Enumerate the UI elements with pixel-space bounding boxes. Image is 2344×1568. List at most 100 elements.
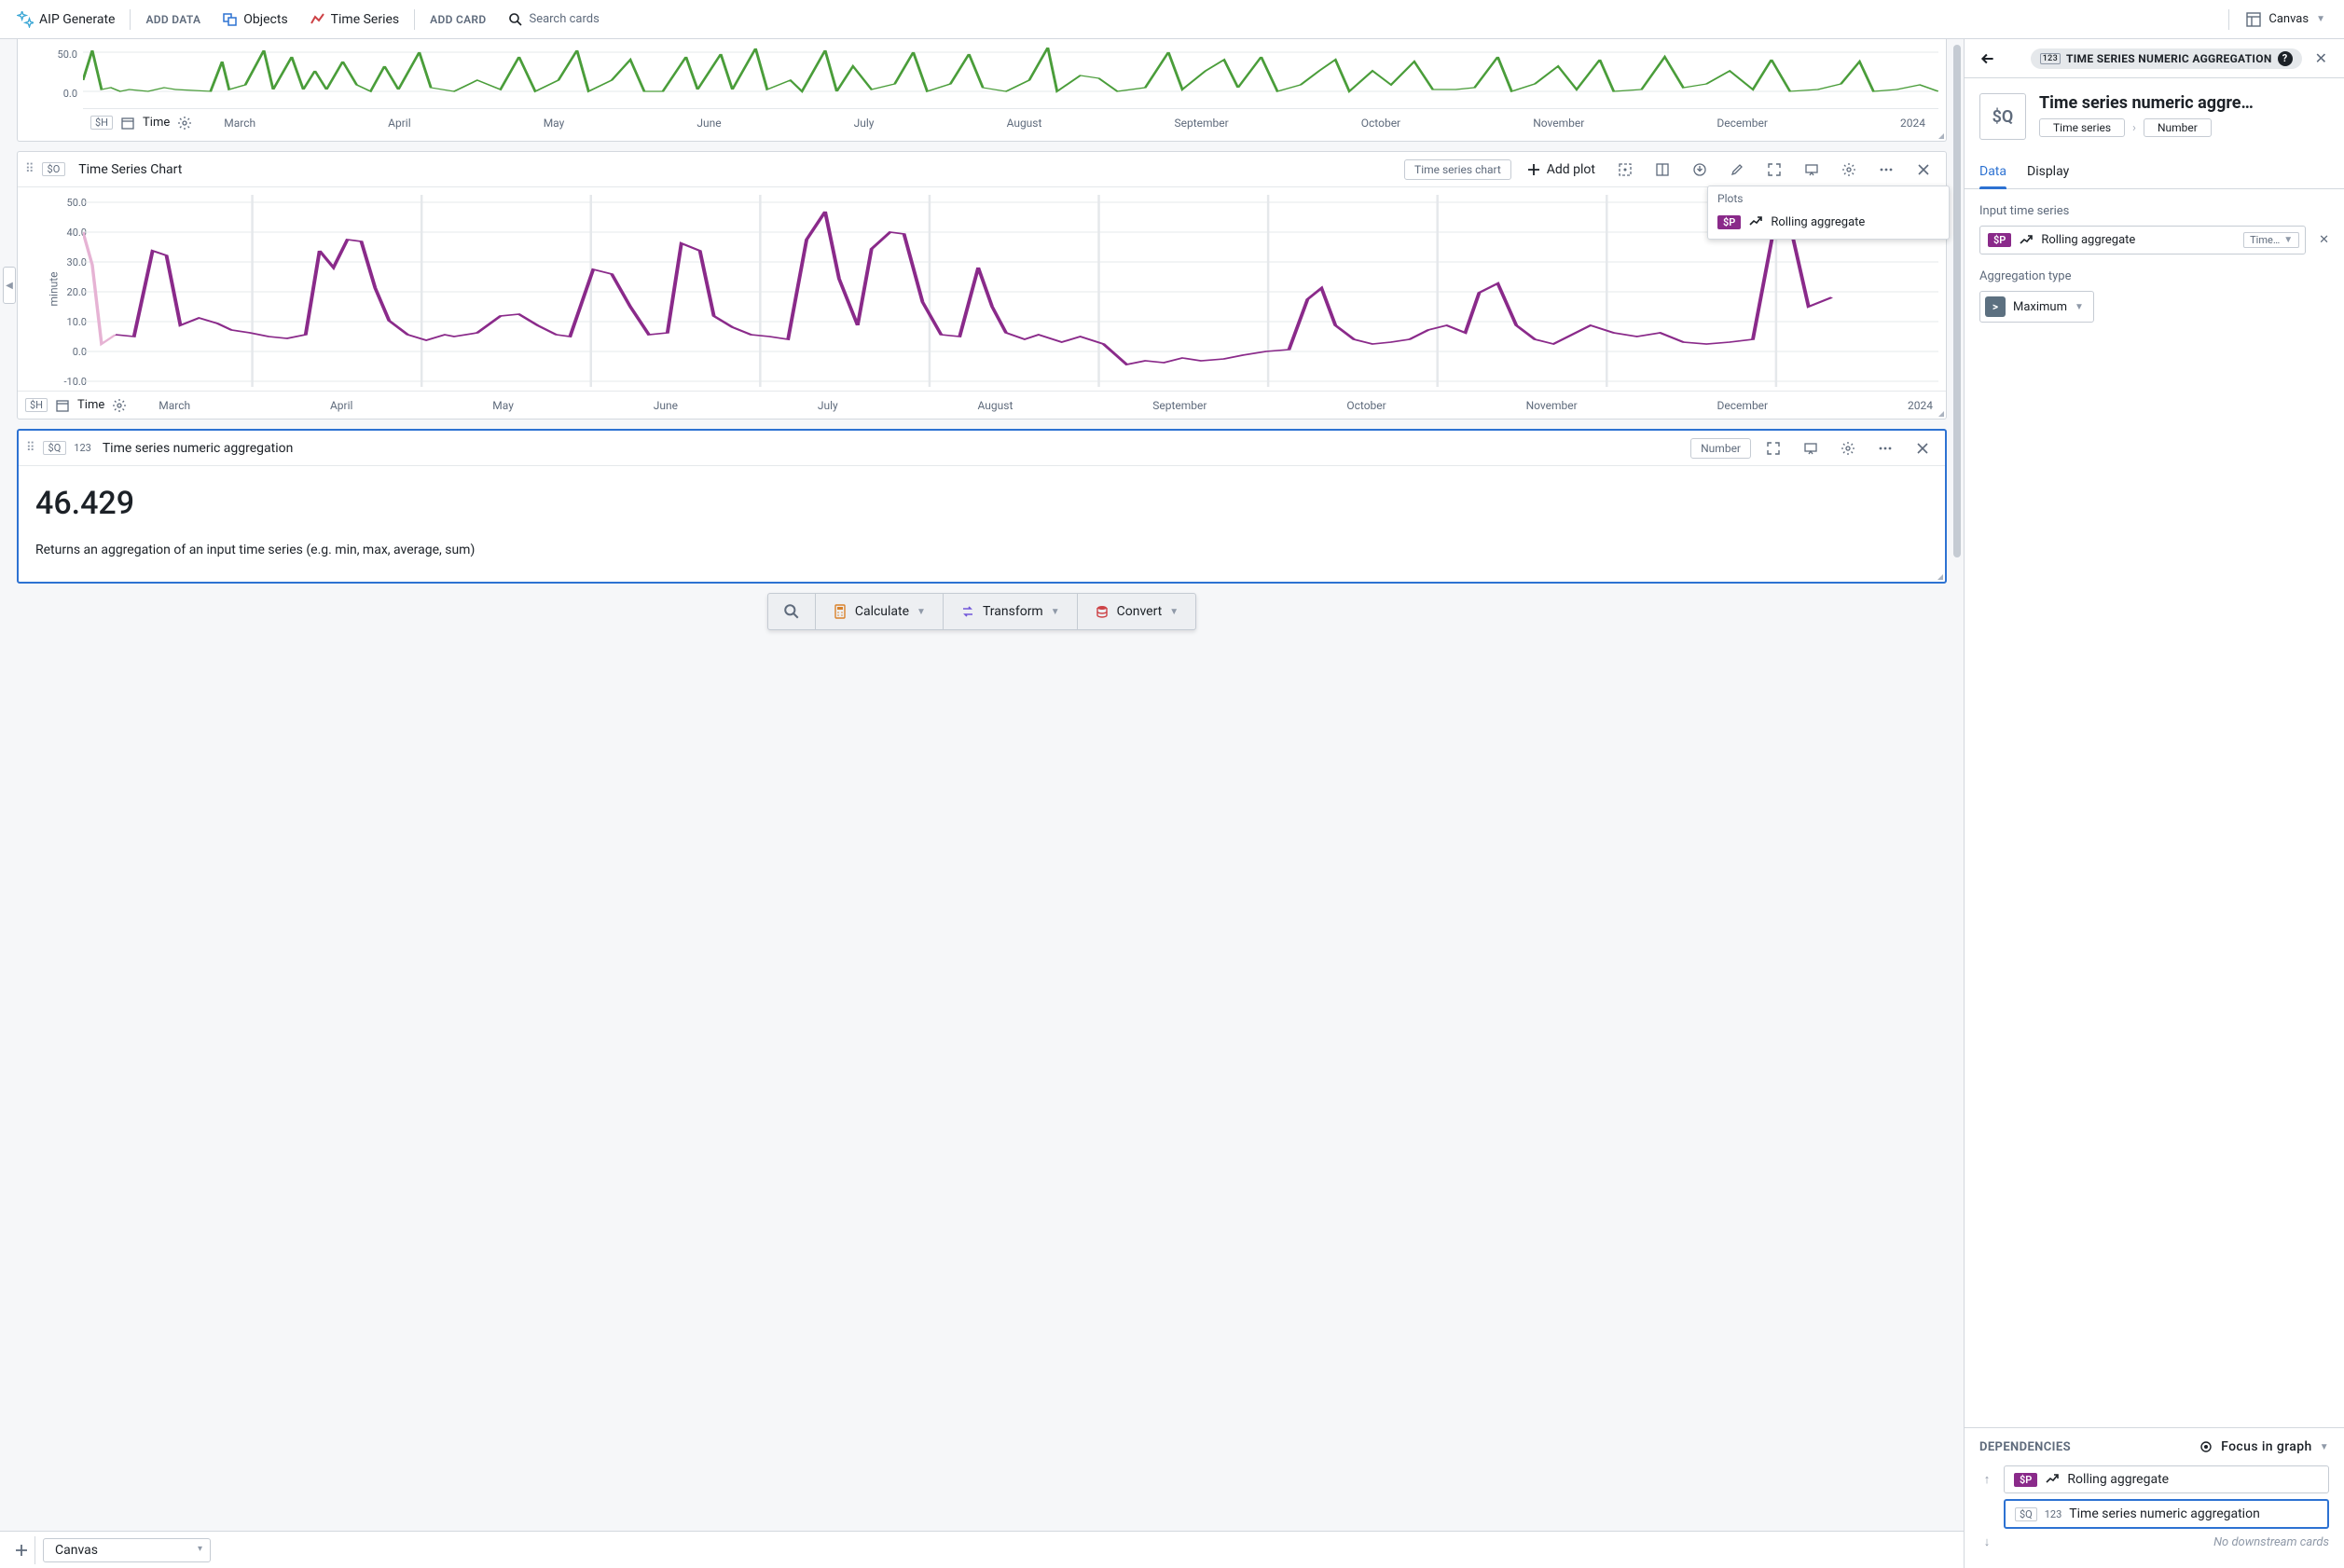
card-green-chart[interactable]: 50.0 0.0 $H Time March April May: [17, 39, 1947, 142]
remove-input-button[interactable]: ✕: [2319, 233, 2329, 247]
panel-title: Time series numeric aggre…: [2039, 93, 2329, 113]
green-token[interactable]: $H: [90, 116, 113, 130]
scrollbar-thumb[interactable]: [1953, 45, 1961, 557]
chart-time-bar: $H Time March April May June July August…: [18, 391, 1946, 419]
plots-legend-row[interactable]: $P Rolling aggregate: [1708, 209, 1949, 239]
search-icon: [783, 603, 800, 620]
action-transform-button[interactable]: Transform ▼: [944, 594, 1078, 629]
present-icon[interactable]: [1796, 437, 1826, 460]
no-downstream-text: No downstream cards: [2004, 1535, 2329, 1549]
add-data-label: ADD DATA: [136, 7, 210, 32]
more-icon[interactable]: [1870, 437, 1900, 460]
settings-gear-icon[interactable]: [1834, 158, 1864, 181]
dep-current-box[interactable]: $Q 123 Time series numeric aggregation: [2004, 1499, 2329, 1529]
canvas-dropdown-label: Canvas: [2268, 12, 2309, 26]
transform-icon: [960, 604, 975, 619]
chevron-down-icon: ▼: [2283, 235, 2293, 245]
drag-handle-icon[interactable]: ⠿: [26, 441, 35, 455]
focus-mode-icon[interactable]: [1610, 158, 1640, 181]
input-badge: $P: [1988, 233, 2011, 247]
action-calculate-button[interactable]: Calculate ▼: [816, 594, 944, 629]
crumb-time-series[interactable]: Time series: [2039, 118, 2125, 137]
focus-in-graph-button[interactable]: Focus in graph ▼: [2199, 1439, 2329, 1454]
chart-card-token[interactable]: $O: [42, 162, 66, 176]
split-view-icon[interactable]: [1648, 158, 1677, 181]
right-panel-header: 123 TIME SERIES NUMERIC AGGREGATION ? ✕: [1965, 39, 2344, 78]
resize-handle[interactable]: [1935, 407, 1944, 417]
dep-upstream-row: ↑ $P Rolling aggregate: [1979, 1465, 2329, 1493]
objects-icon: [223, 12, 238, 27]
close-icon[interactable]: [1909, 158, 1938, 181]
plot-name: Rolling aggregate: [1771, 215, 1865, 229]
input-label: Input time series: [1979, 204, 2329, 218]
action-convert-button[interactable]: Convert ▼: [1078, 594, 1196, 629]
add-plot-button[interactable]: Add plot: [1519, 158, 1603, 181]
time-series-label: Time Series: [331, 12, 399, 27]
search-icon: [508, 12, 523, 27]
close-icon[interactable]: [1908, 437, 1937, 460]
settings-gear-icon[interactable]: [1833, 437, 1863, 460]
chevron-right-icon: ›: [2132, 121, 2136, 135]
green-chart-svg: [83, 43, 1938, 108]
canvas-dropdown[interactable]: Canvas ▼: [2235, 7, 2337, 33]
dep-badge: $P: [2014, 1473, 2037, 1487]
green-chart-time-bar: $H Time March April May June July August…: [83, 108, 1938, 136]
input-time-series-field[interactable]: $P Rolling aggregate Time… ▼: [1979, 226, 2306, 254]
aip-generate-label: AIP Generate: [39, 12, 115, 27]
layout-icon: [2246, 12, 2261, 27]
tab-data[interactable]: Data: [1979, 157, 2006, 188]
input-name: Rolling aggregate: [2041, 233, 2236, 247]
dependencies-header: DEPENDENCIES: [1979, 1440, 2071, 1454]
canvas-tab[interactable]: Canvas: [43, 1538, 211, 1562]
target-icon: [2199, 1439, 2213, 1454]
chart-card-title: Time Series Chart: [78, 162, 182, 177]
add-canvas-button[interactable]: [7, 1536, 35, 1564]
gear-icon[interactable]: [112, 398, 127, 413]
chart-body: minute 50.0 40.0 30.0 20.0 10.0 0.0 -10.…: [18, 187, 1946, 391]
gear-icon[interactable]: [177, 116, 192, 131]
chart-footer-token[interactable]: $H: [25, 398, 48, 412]
agg-output-type[interactable]: Number: [1690, 438, 1751, 459]
card-numeric-aggregation[interactable]: ⠿ $Q 123 Time series numeric aggregation…: [17, 429, 1947, 584]
action-search-button[interactable]: [768, 594, 816, 629]
chart-card-header: ⠿ $O Time Series Chart Time series chart…: [18, 152, 1946, 187]
calendar-icon[interactable]: [55, 398, 70, 413]
time-series-button[interactable]: Time Series: [301, 7, 408, 33]
resize-handle[interactable]: [1935, 130, 1944, 139]
time-series-icon: [310, 12, 325, 27]
time-label: Time: [143, 116, 170, 130]
bottom-bar: Canvas: [0, 1531, 1964, 1568]
expand-icon[interactable]: [1758, 437, 1788, 460]
dep-current-row: $Q 123 Time series numeric aggregation: [1979, 1499, 2329, 1529]
chart-type-badge[interactable]: Time series chart: [1404, 159, 1511, 180]
back-button[interactable]: [1976, 47, 2000, 71]
input-type-selector[interactable]: Time… ▼: [2243, 232, 2299, 248]
dep-downstream-row: ↓ No downstream cards: [1979, 1534, 2329, 1549]
close-panel-button[interactable]: ✕: [2310, 46, 2333, 71]
chart-nav-left[interactable]: ◀: [3, 267, 16, 304]
plots-legend-popover: Plots $P Rolling aggregate: [1707, 186, 1950, 240]
agg-card-token[interactable]: $Q: [43, 441, 67, 455]
arrow-up-icon: ↑: [1979, 1472, 1994, 1487]
drag-handle-icon[interactable]: ⠿: [25, 162, 34, 176]
crumb-number[interactable]: Number: [2144, 118, 2212, 137]
search-cards-input[interactable]: Search cards: [499, 7, 608, 33]
panel-title-pill[interactable]: 123 TIME SERIES NUMERIC AGGREGATION ?: [2031, 48, 2302, 69]
aip-generate-button[interactable]: AIP Generate: [7, 6, 124, 34]
tab-display[interactable]: Display: [2027, 157, 2069, 188]
present-icon[interactable]: [1797, 158, 1827, 181]
card-time-series-chart[interactable]: ◀ ⠿ $O Time Series Chart Time series cha…: [17, 151, 1947, 420]
help-icon[interactable]: ?: [2278, 51, 2293, 66]
download-icon[interactable]: [1685, 158, 1715, 181]
edit-icon[interactable]: [1722, 158, 1752, 181]
resize-handle[interactable]: [1934, 571, 1943, 580]
expand-icon[interactable]: [1759, 158, 1789, 181]
calendar-icon[interactable]: [120, 116, 135, 131]
dep-upstream-box[interactable]: $P Rolling aggregate: [2004, 1465, 2329, 1493]
chevron-down-icon: ▼: [2075, 302, 2084, 312]
objects-button[interactable]: Objects: [214, 7, 296, 33]
chevron-down-icon: ▼: [2316, 14, 2325, 24]
input-time-series-section: Input time series $P Rolling aggregate T…: [1965, 189, 2344, 269]
more-icon[interactable]: [1871, 158, 1901, 181]
aggregation-type-select[interactable]: > Maximum ▼: [1979, 291, 2094, 323]
